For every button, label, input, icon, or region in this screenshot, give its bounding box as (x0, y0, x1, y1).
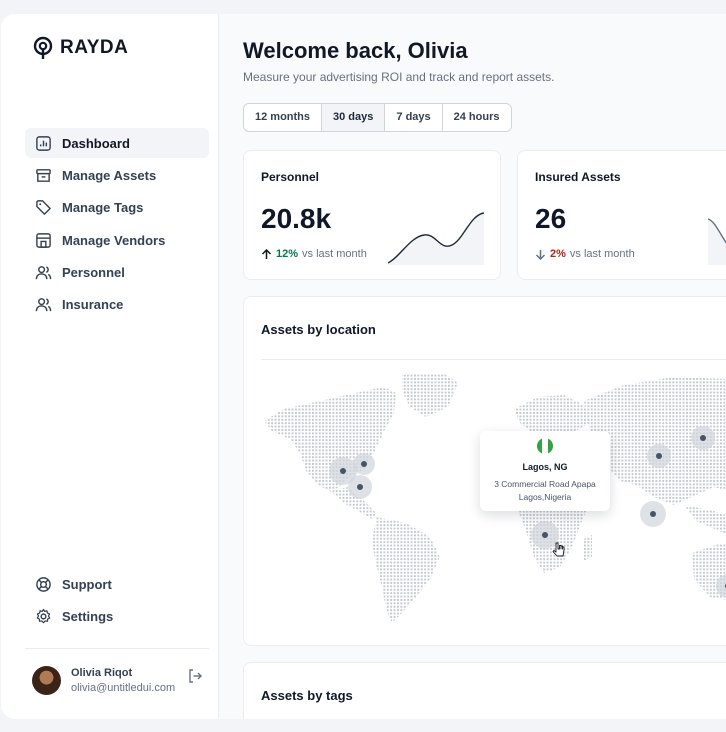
bar-chart-icon (36, 135, 51, 151)
building-icon (36, 232, 51, 248)
tooltip-address-line2: Lagos,Nigeria (518, 492, 572, 502)
card-title: Assets by location (261, 322, 376, 337)
brand-name: RAYDA (60, 37, 129, 58)
sidebar-divider (25, 648, 209, 649)
assets-by-location-card: Assets by location Lagos, NG 3 Commercia… (243, 296, 726, 646)
user-email: olivia@untitledui.com (71, 682, 176, 694)
date-range-tabs: 12 months 30 days 7 days 24 hours (243, 103, 512, 132)
sidebar-item-label: Manage Tags (62, 200, 144, 216)
location-tooltip: Lagos, NG 3 Commercial Road Apapa Lagos,… (480, 431, 610, 511)
tab-12-months[interactable]: 12 months (244, 104, 323, 131)
sidebar-item-label: Settings (62, 608, 114, 624)
user-profile: Olivia Riqot olivia@untitledui.com (32, 666, 204, 696)
stat-change-label: vs last month (302, 248, 367, 260)
stat-change-percent: 2% (550, 248, 566, 260)
page-subtitle: Measure your advertising ROI and track a… (243, 70, 555, 84)
sidebar-item-personnel[interactable]: Personnel (25, 258, 209, 288)
stat-value: 26 (535, 203, 567, 234)
sidebar-item-settings[interactable]: Settings (25, 601, 209, 631)
tag-icon (36, 200, 51, 216)
main-content: Welcome back, Olivia Measure your advert… (219, 14, 726, 719)
stat-change-percent: 12% (276, 248, 299, 260)
tab-7-days[interactable]: 7 days (385, 104, 443, 131)
stat-change: 12% vs last month (261, 248, 367, 260)
life-buoy-icon (36, 576, 51, 592)
logout-icon[interactable] (187, 668, 203, 684)
tooltip-address-line1: 3 Commercial Road Apapa (494, 479, 596, 489)
tooltip-address: 3 Commercial Road Apapa Lagos,Nigeria (488, 478, 602, 504)
archive-icon (36, 169, 51, 182)
nigeria-flag-icon (537, 438, 553, 454)
stat-change-label: vs last month (569, 248, 635, 260)
sidebar-item-dashboard[interactable]: Dashboard (25, 128, 209, 158)
stat-change: 2% vs last month (535, 248, 635, 260)
sidebar-item-insurance[interactable]: Insurance (25, 290, 209, 320)
sidebar-bottom-nav: Support Settings (25, 569, 209, 634)
tab-30-days[interactable]: 30 days (322, 104, 386, 131)
sidebar-item-manage-tags[interactable]: Manage Tags (25, 193, 209, 223)
sidebar-item-manage-vendors[interactable]: Manage Vendors (25, 225, 209, 255)
sidebar: RAYDA Dashboard Manage Assets Manage Tag… (1, 14, 219, 719)
assets-by-tags-card: Assets by tags (243, 662, 726, 719)
sidebar-item-manage-assets[interactable]: Manage Assets (25, 160, 209, 190)
arrow-down-icon (535, 249, 546, 260)
card-divider (261, 359, 726, 360)
users-icon (35, 266, 52, 280)
stat-card-insured-assets: Insured Assets 26 2% vs last month (517, 150, 726, 280)
stat-value: 20.8k (261, 203, 332, 234)
users-icon (35, 298, 52, 312)
sidebar-nav: Dashboard Manage Assets Manage Tags Mana… (25, 128, 209, 322)
sidebar-item-support[interactable]: Support (25, 569, 209, 599)
tooltip-city: Lagos, NG (522, 462, 568, 472)
rayda-logo-icon (33, 36, 53, 59)
sidebar-item-label: Insurance (62, 297, 124, 313)
tab-24-hours[interactable]: 24 hours (443, 104, 511, 131)
sidebar-item-label: Manage Vendors (62, 232, 166, 248)
stat-title: Insured Assets (535, 170, 621, 184)
sidebar-item-label: Personnel (62, 265, 125, 281)
stat-card-personnel: Personnel 20.8k 12% vs last month (243, 150, 501, 280)
card-title: Assets by tags (261, 688, 353, 703)
sidebar-item-label: Manage Assets (62, 167, 157, 183)
sidebar-item-label: Support (62, 576, 112, 592)
arrow-up-icon (261, 248, 272, 259)
app-frame: RAYDA Dashboard Manage Assets Manage Tag… (1, 14, 726, 719)
sparkline (388, 212, 484, 265)
page-title: Welcome back, Olivia (243, 38, 468, 63)
gear-icon (36, 608, 51, 624)
sidebar-item-label: Dashboard (62, 135, 130, 151)
stat-title: Personnel (261, 170, 320, 184)
avatar[interactable] (32, 666, 61, 695)
sparkline (708, 218, 726, 265)
user-name: Olivia Riqot (71, 667, 133, 679)
brand-logo[interactable]: RAYDA (32, 36, 128, 60)
